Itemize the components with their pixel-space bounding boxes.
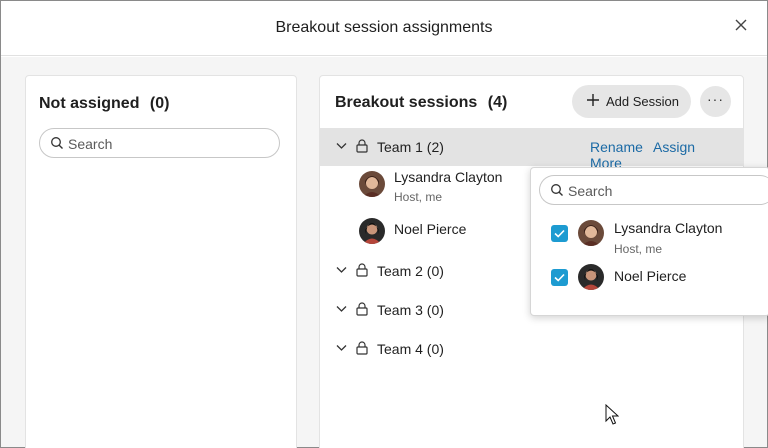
not-assigned-label: Not assigned — [39, 95, 140, 112]
add-session-button[interactable]: Add Session — [572, 85, 691, 118]
lock-icon — [356, 139, 368, 153]
close-icon[interactable] — [731, 15, 751, 35]
breakout-sessions-count: (4) — [487, 94, 508, 111]
dialog-title: Breakout session assignments — [275, 19, 493, 36]
rename-link[interactable]: Rename — [590, 139, 643, 155]
assign-search-input[interactable] — [568, 181, 768, 200]
chevron-down-icon[interactable] — [336, 305, 347, 313]
assign-search[interactable] — [539, 175, 768, 205]
ellipsis-icon: ··· — [707, 91, 724, 107]
check-icon — [554, 273, 565, 282]
team-member[interactable]: Noel Pierce — [358, 216, 558, 254]
team-name: Team 4 (0) — [377, 341, 444, 357]
avatar — [359, 171, 385, 197]
member-role: Host, me — [394, 190, 443, 204]
member-name: Lysandra Clayton — [614, 220, 723, 236]
team-name: Team 3 (0) — [377, 302, 444, 318]
assign-popover: Lysandra Clayton Host, me Noel Pierce — [530, 167, 768, 316]
more-options-button[interactable]: ··· — [700, 86, 731, 117]
assign-list-item[interactable]: Noel Pierce — [551, 264, 761, 304]
breakout-sessions-label: Breakout sessions — [335, 94, 478, 111]
avatar — [578, 220, 604, 246]
team-row[interactable]: Team 4 (0) — [320, 330, 743, 368]
chevron-down-icon[interactable] — [336, 266, 347, 274]
dialog-header: Breakout session assignments — [1, 1, 767, 56]
team-row[interactable]: Team 1 (2) Rename Assign More — [320, 128, 743, 171]
chevron-down-icon[interactable] — [336, 344, 347, 352]
avatar — [359, 218, 385, 244]
member-checkbox[interactable] — [551, 225, 568, 242]
avatar — [578, 264, 604, 290]
member-checkbox[interactable] — [551, 269, 568, 286]
team-name: Team 2 (0) — [377, 263, 444, 279]
team-member[interactable]: Lysandra Clayton Host, me — [358, 169, 558, 207]
lock-icon — [356, 263, 368, 277]
add-session-label: Add Session — [606, 94, 679, 109]
not-assigned-search-input[interactable] — [68, 134, 268, 153]
not-assigned-panel: Not assigned (0) — [25, 75, 297, 448]
member-role: Host, me — [614, 242, 663, 256]
member-name: Noel Pierce — [394, 221, 467, 237]
mouse-cursor-icon — [605, 404, 619, 425]
assign-list-item[interactable]: Lysandra Clayton Host, me — [551, 220, 761, 260]
not-assigned-title: Not assigned (0) — [39, 95, 169, 113]
breakout-sessions-title: Breakout sessions (4) — [335, 94, 507, 112]
check-icon — [554, 229, 565, 238]
chevron-down-icon[interactable] — [336, 142, 347, 150]
team-name: Team 1 (2) — [377, 139, 444, 155]
member-name: Lysandra Clayton — [394, 169, 503, 185]
assign-link[interactable]: Assign — [653, 139, 695, 155]
member-name: Noel Pierce — [614, 268, 687, 284]
lock-icon — [356, 302, 368, 316]
breakout-dialog: Breakout session assignments Not assigne… — [0, 0, 768, 448]
search-icon — [51, 137, 63, 149]
not-assigned-count: (0) — [149, 95, 170, 112]
not-assigned-search[interactable] — [39, 128, 280, 158]
plus-icon — [587, 94, 599, 106]
search-icon — [551, 184, 563, 196]
lock-icon — [356, 341, 368, 355]
